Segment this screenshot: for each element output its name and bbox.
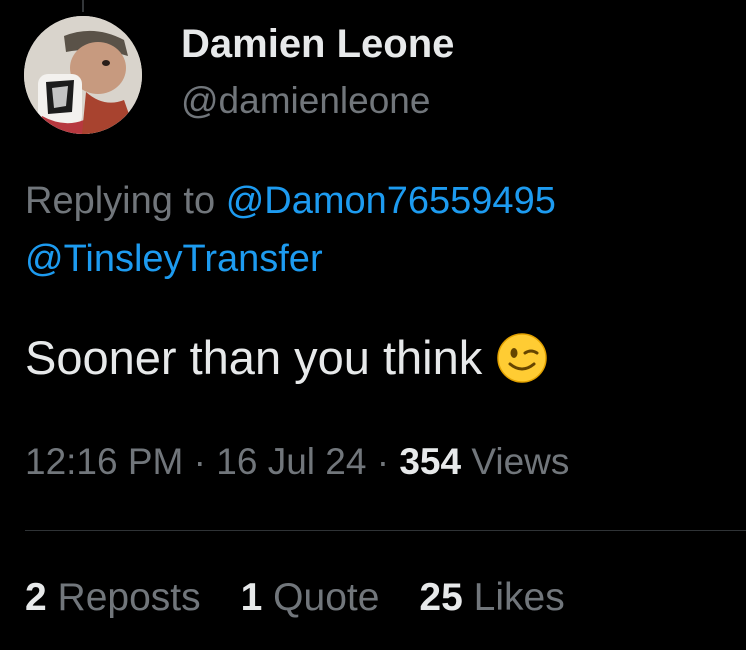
- views-label: Views: [471, 441, 570, 482]
- meta-separator: ·: [193, 441, 206, 482]
- reposts-label: Reposts: [57, 576, 201, 619]
- tweet-time[interactable]: 12:16 PM: [25, 441, 183, 482]
- thread-connector-line: [82, 0, 84, 12]
- avatar-photo: [24, 16, 142, 134]
- tweet-body: Sooner than you think: [25, 330, 548, 385]
- replying-to-prefix: Replying to: [25, 180, 216, 222]
- tweet-metadata: 12:16 PM · 16 Jul 24 · 354 Views: [25, 441, 569, 483]
- meta-separator: ·: [376, 441, 390, 482]
- quotes-count: 1: [240, 576, 263, 619]
- replying-to-line: Replying to @Damon76559495 @TinsleyTrans…: [25, 172, 735, 288]
- winking-face-emoji-icon: [496, 332, 548, 384]
- quotes-label: Quote: [273, 576, 380, 619]
- likes-count: 25: [419, 576, 463, 619]
- author-handle[interactable]: @damienleone: [181, 80, 430, 122]
- mention-tinsleytransfer[interactable]: @TinsleyTransfer: [25, 238, 323, 280]
- reposts-count: 2: [25, 576, 47, 619]
- avatar[interactable]: [24, 16, 142, 134]
- engagement-stats: 2 Reposts 1 Quote 25 Likes: [25, 576, 565, 620]
- divider: [25, 530, 746, 531]
- reposts-stat[interactable]: 2 Reposts: [25, 576, 201, 620]
- mention-damon76559495[interactable]: @Damon76559495: [226, 180, 556, 222]
- views-count: 354: [399, 441, 462, 482]
- tweet-date[interactable]: 16 Jul 24: [216, 441, 366, 482]
- author-display-name[interactable]: Damien Leone: [181, 22, 454, 67]
- likes-label: Likes: [473, 576, 565, 619]
- tweet-text: Sooner than you think: [25, 331, 483, 384]
- quotes-stat[interactable]: 1 Quote: [241, 576, 380, 620]
- likes-stat[interactable]: 25 Likes: [419, 576, 564, 620]
